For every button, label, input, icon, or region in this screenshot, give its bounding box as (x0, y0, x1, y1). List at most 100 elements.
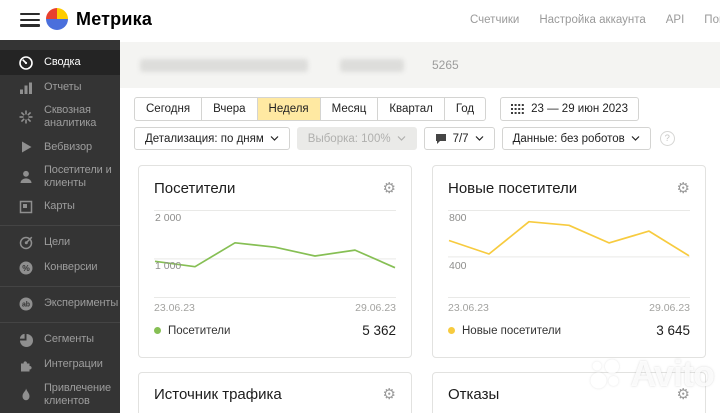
svg-text:%: % (22, 263, 30, 273)
card-traffic-source: Источник трафика ⚙ (138, 372, 412, 413)
redacted-counter-name (140, 59, 308, 72)
sidebar-item-visitors-clients[interactable]: Посетители и клиенты (0, 160, 120, 195)
chevron-down-icon (397, 136, 406, 141)
card-title: Отказы (448, 386, 500, 403)
app-header: Метрика Счетчики Настройка аккаунта API … (0, 0, 720, 40)
tab-month[interactable]: Месяц (319, 97, 379, 121)
x-axis-end: 29.06.23 (649, 302, 690, 314)
y-axis-tick: 1 000 (155, 260, 182, 272)
chevron-down-icon (631, 136, 640, 141)
sidebar-item-segments[interactable]: Сегменты (0, 328, 120, 353)
comments-dropdown[interactable]: 7/7 (423, 127, 495, 150)
period-tabs: Сегодня Вчера Неделя Месяц Квартал Год (134, 97, 487, 121)
brand-title: Метрика (76, 8, 153, 29)
period-toolbar: Сегодня Вчера Неделя Месяц Квартал Год 23 — 2… (134, 97, 639, 121)
card-title: Посетители (154, 180, 236, 197)
x-axis-start: 23.06.23 (448, 302, 489, 314)
y-axis-tick: 400 (449, 260, 467, 272)
nav-help[interactable]: Помощь (704, 14, 720, 26)
ab-icon: ab (18, 296, 34, 312)
data-filter-label: Данные: без роботов (512, 132, 625, 145)
widgets-row-1: Посетители ⚙ 2 000 1 000 23.06.23 29.06.… (138, 165, 706, 358)
sidebar-item-label: Сводка (44, 55, 81, 68)
data-filter-dropdown[interactable]: Данные: без роботов (501, 127, 651, 150)
card-visitors: Посетители ⚙ 2 000 1 000 23.06.23 29.06.… (138, 165, 412, 358)
sidebar-item-conversions[interactable]: % Конверсии (0, 256, 120, 281)
sidebar-item-goals[interactable]: Цели (0, 231, 120, 256)
nav-account-settings[interactable]: Настройка аккаунта (539, 14, 645, 26)
tab-week[interactable]: Неделя (256, 97, 321, 121)
gear-icon[interactable]: ⚙ (677, 387, 690, 402)
card-title: Новые посетители (448, 180, 578, 197)
sidebar-divider (0, 321, 120, 323)
sidebar-item-experiments[interactable]: ab Эксперименты (0, 292, 120, 317)
map-icon (18, 199, 34, 215)
sidebar-item-cross-analytics[interactable]: Сквозная аналитика (0, 100, 120, 135)
metric-total: 3 645 (656, 323, 690, 338)
counter-id: 5265 (432, 58, 459, 72)
x-axis-start: 23.06.23 (154, 302, 195, 314)
sidebar-item-label: Вебвизор (44, 140, 92, 153)
y-axis-tick: 2 000 (155, 212, 182, 224)
date-range-button[interactable]: 23 — 29 июн 2023 (500, 97, 639, 121)
nav-api[interactable]: API (666, 14, 685, 26)
comments-label: 7/7 (452, 132, 469, 145)
legend-dot (448, 327, 455, 334)
top-nav: Счетчики Настройка аккаунта API Помощь (470, 0, 720, 40)
target-icon (18, 235, 34, 251)
sidebar-item-integrations[interactable]: Интеграции (0, 353, 120, 378)
new-visitors-line-chart[interactable] (448, 210, 690, 298)
chevron-down-icon (270, 136, 279, 141)
tab-today[interactable]: Сегодня (134, 97, 203, 121)
sidebar-divider (0, 224, 120, 226)
y-axis-tick: 800 (449, 212, 467, 224)
metric-total: 5 362 (362, 323, 396, 338)
chevron-down-icon (475, 136, 484, 141)
widgets-row-2: Источник трафика ⚙ Отказы ⚙ (138, 372, 706, 413)
legend-label: Посетители (168, 324, 231, 337)
detalization-dropdown[interactable]: Детализация: по дням (134, 127, 290, 150)
nav-counters[interactable]: Счетчики (470, 14, 519, 26)
legend-label: Новые посетители (462, 324, 562, 337)
sampling-label: Выборка: 100% (307, 132, 391, 145)
new-visitors-chart-area: 800 400 (448, 210, 690, 298)
menu-icon[interactable] (20, 13, 40, 27)
tab-quarter[interactable]: Квартал (377, 97, 445, 121)
calendar-grid-icon (511, 103, 524, 115)
card-new-visitors: Новые посетители ⚙ 800 400 23.06.23 29.0… (432, 165, 706, 358)
sampling-dropdown[interactable]: Выборка: 100% (296, 127, 417, 150)
sidebar-item-client-acquisition[interactable]: Привлечение клиентов (0, 378, 120, 413)
pie-icon (18, 332, 34, 348)
flame-icon (18, 387, 34, 403)
sidebar: Сводка Отчеты Сквозная аналитика Вебвизо… (0, 40, 120, 413)
sidebar-item-maps[interactable]: Карты (0, 195, 120, 220)
sidebar-item-label: Цели (44, 236, 71, 249)
x-axis-end: 29.06.23 (355, 302, 396, 314)
visitors-line-chart[interactable] (154, 210, 396, 298)
visitors-chart-area: 2 000 1 000 (154, 210, 396, 298)
sidebar-item-label: Посетители и клиенты (44, 163, 112, 190)
detalization-label: Детализация: по дням (145, 132, 264, 145)
sidebar-item-webvisor[interactable]: Вебвизор (0, 135, 120, 160)
yandex-logo-icon (46, 8, 68, 30)
gear-icon[interactable]: ⚙ (677, 181, 690, 196)
tab-yesterday[interactable]: Вчера (201, 97, 258, 121)
sidebar-item-label: Конверсии (44, 261, 98, 274)
burst-icon (18, 109, 34, 125)
sidebar-item-label: Сегменты (44, 333, 94, 346)
percent-icon: % (18, 260, 34, 276)
gear-icon[interactable]: ⚙ (383, 181, 396, 196)
sidebar-item-label: Сквозная аналитика (44, 104, 97, 130)
sidebar-divider (0, 285, 120, 287)
help-icon[interactable]: ? (659, 131, 675, 146)
gauge-icon (18, 55, 34, 71)
sidebar-item-summary[interactable]: Сводка (0, 50, 120, 75)
metrika-logo[interactable]: Метрика (46, 8, 152, 30)
sidebar-item-reports[interactable]: Отчеты (0, 75, 120, 100)
puzzle-icon (18, 357, 34, 373)
gear-icon[interactable]: ⚙ (383, 387, 396, 402)
counter-bar: 5265 (120, 42, 720, 88)
sidebar-item-label: Интеграции (44, 358, 103, 371)
tab-year[interactable]: Год (443, 97, 487, 121)
sidebar-item-label: Карты (44, 200, 75, 213)
